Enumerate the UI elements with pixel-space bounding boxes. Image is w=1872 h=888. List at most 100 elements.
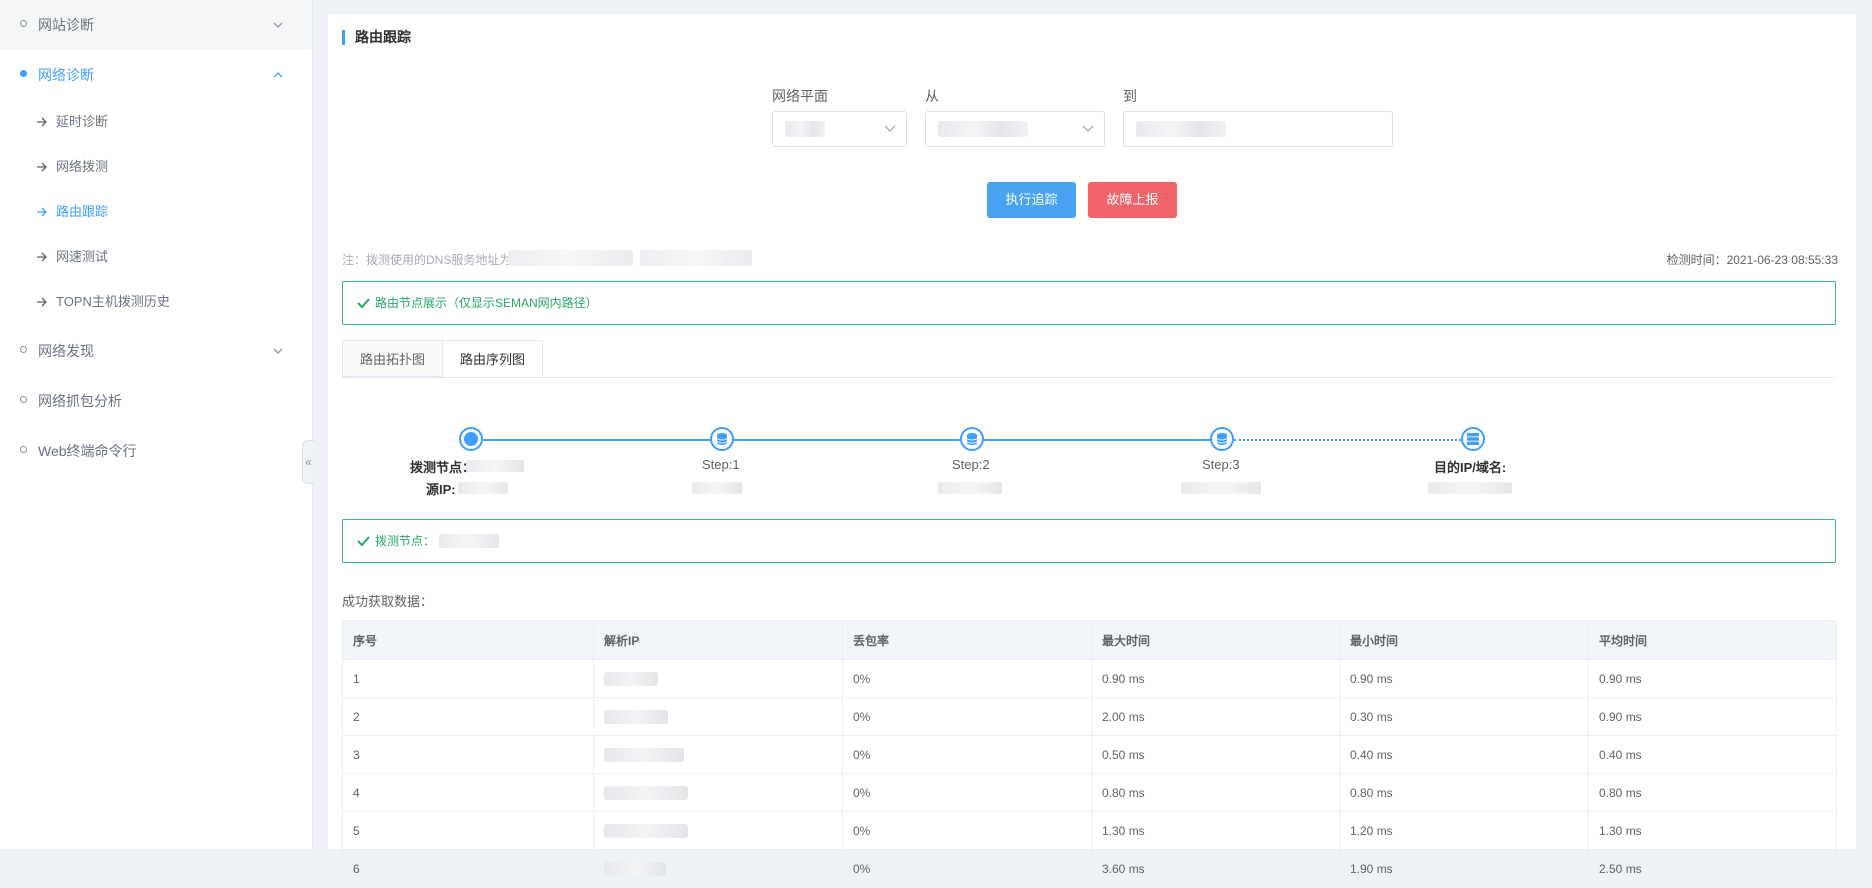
col-header: 最小时间 (1339, 620, 1589, 660)
result-table: 序号 解析IP 丢包率 最大时间 最小时间 平均时间 1 0% 0.90 ms … (342, 620, 1837, 888)
from-select[interactable] (925, 111, 1105, 147)
cell-no: 1 (342, 659, 594, 698)
sidebar-item-speed-test[interactable]: 网速测试 (0, 235, 312, 279)
cell-avg: 0.80 ms (1588, 773, 1837, 812)
route-link-dotted (1234, 439, 1461, 441)
arrow-right-icon (37, 117, 47, 127)
check-icon (357, 298, 370, 309)
result-title: 成功获取数据： (342, 594, 434, 609)
check-time: 检测时间：2021-06-23 08:55:33 (1666, 253, 1838, 267)
database-icon (1210, 427, 1234, 451)
redacted-value (1136, 121, 1226, 137)
sidebar-item-topn-history[interactable]: TOPN主机拨测历史 (0, 280, 312, 324)
cell-avg: 0.90 ms (1588, 697, 1837, 736)
redacted-value (938, 121, 1028, 137)
chevron-down-icon (884, 125, 896, 132)
cell-max: 3.60 ms (1091, 849, 1340, 888)
from-label: 从 (925, 88, 939, 104)
route-link (483, 439, 710, 441)
sidebar-item-network-probe[interactable]: 网络拨测 (0, 145, 312, 189)
redacted-value (604, 747, 684, 762)
probe-banner: 拨测节点： (342, 519, 1836, 563)
plane-label: 网络平面 (772, 88, 828, 104)
cell-loss: 0% (842, 773, 1092, 812)
tab-topology[interactable]: 路由拓扑图 (342, 340, 443, 377)
check-icon (357, 536, 370, 547)
sidebar-collapse-button[interactable]: « (302, 440, 314, 484)
col-header: 解析IP (593, 620, 843, 660)
redacted-value (692, 482, 742, 494)
source-ip-label: 源IP: (426, 482, 456, 497)
table-row: 3 0% 0.50 ms 0.40 ms 0.40 ms (342, 735, 1837, 774)
cell-loss: 0% (842, 659, 1092, 698)
main-panel: 路由跟踪 网络平面 从 到 执行追踪 故障上报 注：拨测使用的DNS服务地址为 … (328, 14, 1856, 888)
cell-ip (593, 735, 843, 774)
report-button[interactable]: 故障上报 (1088, 182, 1177, 218)
plane-select[interactable] (772, 111, 907, 147)
to-input[interactable] (1123, 111, 1393, 147)
cell-min: 1.90 ms (1339, 849, 1589, 888)
trace-button[interactable]: 执行追踪 (987, 182, 1076, 218)
cell-loss: 0% (842, 849, 1092, 888)
redacted-value (466, 460, 524, 472)
cell-ip (593, 659, 843, 698)
chevron-down-icon (273, 348, 283, 354)
source-node-icon (459, 427, 483, 451)
menu-group-web-terminal[interactable]: Web终端命令行 (0, 426, 312, 476)
sidebar-item-route-trace[interactable]: 路由跟踪 (0, 190, 312, 234)
redacted-value (458, 482, 508, 494)
step-label: Step:2 (952, 457, 990, 472)
server-icon (1461, 427, 1485, 451)
tab-sequence[interactable]: 路由序列图 (442, 340, 543, 377)
col-header: 最大时间 (1091, 620, 1340, 660)
cell-ip (593, 773, 843, 812)
menu-group-packet-capture[interactable]: 网络抓包分析 (0, 376, 312, 426)
cell-no: 3 (342, 735, 594, 774)
sidebar: 网站诊断 网络诊断 延时诊断 网络拨测 路由跟踪 网速测试 TOPN主机拨测历史… (0, 0, 314, 849)
cell-loss: 0% (842, 697, 1092, 736)
menu-group-network-discovery[interactable]: 网络发现 (0, 326, 312, 376)
cell-max: 2.00 ms (1091, 697, 1340, 736)
cell-loss: 0% (842, 735, 1092, 774)
redacted-value (604, 823, 688, 838)
table-header-row: 序号 解析IP 丢包率 最大时间 最小时间 平均时间 (342, 620, 1837, 660)
circle-icon (20, 70, 27, 77)
col-header: 平均时间 (1588, 620, 1837, 660)
table-row: 6 0% 3.60 ms 1.90 ms 2.50 ms (342, 849, 1837, 888)
redacted-value (508, 250, 633, 266)
cell-avg: 2.50 ms (1588, 849, 1837, 888)
cell-min: 0.90 ms (1339, 659, 1589, 698)
chevron-down-icon (273, 22, 283, 28)
arrow-right-icon (37, 162, 47, 172)
arrow-right-icon (37, 297, 47, 307)
cell-no: 4 (342, 773, 594, 812)
redacted-value (604, 785, 688, 800)
database-icon (710, 427, 734, 451)
dns-note: 注：拨测使用的DNS服务地址为 (342, 253, 512, 267)
circle-icon (20, 346, 27, 353)
route-link (984, 439, 1210, 441)
step-label: Step:3 (1202, 457, 1240, 472)
cell-loss: 0% (842, 811, 1092, 850)
database-icon (960, 427, 984, 451)
route-sequence: 拨测节点： 源IP: Step:1 Step:2 Step:3 目的IP/域名: (342, 409, 1836, 509)
redacted-value (785, 121, 825, 137)
cell-max: 1.30 ms (1091, 811, 1340, 850)
redacted-value (1181, 482, 1261, 494)
sidebar-item-latency[interactable]: 延时诊断 (0, 100, 312, 144)
cell-min: 0.40 ms (1339, 735, 1589, 774)
circle-icon (20, 446, 27, 453)
view-tabs: 路由拓扑图 路由序列图 (342, 340, 1836, 378)
cell-avg: 0.40 ms (1588, 735, 1837, 774)
cell-min: 0.80 ms (1339, 773, 1589, 812)
cell-avg: 0.90 ms (1588, 659, 1837, 698)
menu-group-network-diagnosis[interactable]: 网络诊断 (0, 50, 312, 100)
cell-max: 0.90 ms (1091, 659, 1340, 698)
cell-ip (593, 811, 843, 850)
chevron-up-icon (273, 72, 283, 78)
cell-no: 5 (342, 811, 594, 850)
col-header: 序号 (342, 620, 594, 660)
redacted-value (604, 709, 668, 724)
menu-group-website-diagnosis[interactable]: 网站诊断 (0, 0, 312, 50)
page-title: 路由跟踪 (342, 30, 411, 45)
